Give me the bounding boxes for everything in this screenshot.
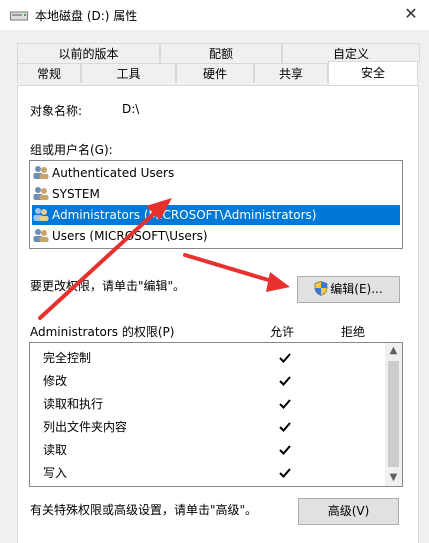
- group-item[interactable]: Authenticated Users: [32, 163, 400, 183]
- groups-label: 组或用户名(G):: [30, 143, 113, 157]
- permission-row: 完全控制: [30, 347, 380, 370]
- permission-name: 读取: [43, 443, 68, 457]
- permission-name: 列出文件夹内容: [43, 420, 128, 434]
- group-item-label: Administrators (MICROSOFT\Administrators…: [52, 208, 317, 222]
- check-icon: [279, 399, 291, 409]
- advanced-button[interactable]: 高级(V): [298, 498, 399, 525]
- check-icon: [279, 422, 291, 432]
- edit-button-label: 编辑(E)...: [330, 282, 383, 296]
- permission-row: 读取和执行: [30, 393, 380, 416]
- permissions-listbox[interactable]: 完全控制 修改 读取和执行 列出文件夹内容 读取 写入 ▲ ▼: [29, 342, 403, 487]
- group-item[interactable]: SYSTEM: [32, 184, 400, 204]
- permission-row: 读取: [30, 439, 380, 462]
- permissions-scrollbar[interactable]: ▲ ▼: [385, 343, 402, 486]
- tab-hardware[interactable]: 硬件: [176, 63, 254, 83]
- check-icon: [279, 353, 291, 363]
- groups-listbox[interactable]: Authenticated Users SYSTEM Administrator…: [29, 160, 403, 249]
- user-group-icon: [33, 187, 49, 200]
- permission-row: 写入: [30, 462, 380, 485]
- allow-header: 允许: [270, 325, 295, 339]
- group-item-label: Authenticated Users: [52, 166, 175, 180]
- group-item-selected[interactable]: Administrators (MICROSOFT\Administrators…: [32, 205, 400, 225]
- tab-tools[interactable]: 工具: [81, 63, 176, 83]
- tab-customize[interactable]: 自定义: [282, 43, 420, 63]
- user-group-icon: [33, 208, 49, 221]
- tab-security[interactable]: 安全: [328, 61, 418, 85]
- check-icon: [279, 445, 291, 455]
- permission-name: 读取和执行: [43, 397, 104, 411]
- tab-general[interactable]: 常规: [17, 63, 81, 83]
- edit-button[interactable]: 编辑(E)...: [297, 276, 400, 303]
- object-name-label: 对象名称:: [30, 104, 83, 118]
- deny-header: 拒绝: [341, 325, 366, 339]
- permission-name: 写入: [43, 466, 68, 480]
- uac-shield-icon: [314, 281, 328, 296]
- window-title: 本地磁盘 (D:) 属性: [35, 9, 138, 23]
- group-item-label: Users (MICROSOFT\Users): [52, 229, 208, 243]
- permission-name: 修改: [43, 374, 68, 388]
- permission-name: 完全控制: [43, 351, 92, 365]
- drive-icon: [10, 11, 28, 21]
- tab-sharing[interactable]: 共享: [254, 63, 328, 83]
- scroll-thumb[interactable]: [388, 361, 399, 467]
- permission-row: 列出文件夹内容: [30, 416, 380, 439]
- scroll-up-arrow-icon[interactable]: ▲: [385, 343, 402, 359]
- tab-quota[interactable]: 配额: [160, 43, 282, 63]
- user-group-icon: [33, 166, 49, 179]
- check-icon: [279, 468, 291, 478]
- tab-previous-versions[interactable]: 以前的版本: [17, 43, 160, 63]
- close-button[interactable]: ✕: [398, 2, 424, 26]
- advanced-hint: 有关特殊权限或高级设置，请单击"高级"。: [30, 503, 258, 517]
- scroll-down-arrow-icon[interactable]: ▼: [385, 470, 402, 486]
- title-bar: 本地磁盘 (D:) 属性 ✕: [0, 0, 429, 30]
- check-icon: [279, 376, 291, 386]
- user-group-icon: [33, 229, 49, 242]
- permissions-header: Administrators 的权限(P): [30, 325, 175, 339]
- permission-row: 修改: [30, 370, 380, 393]
- object-name-value: D:\: [122, 102, 140, 116]
- group-item[interactable]: Users (MICROSOFT\Users): [32, 226, 400, 246]
- edit-hint: 要更改权限，请单击"编辑"。: [30, 279, 186, 293]
- group-item-label: SYSTEM: [52, 187, 100, 201]
